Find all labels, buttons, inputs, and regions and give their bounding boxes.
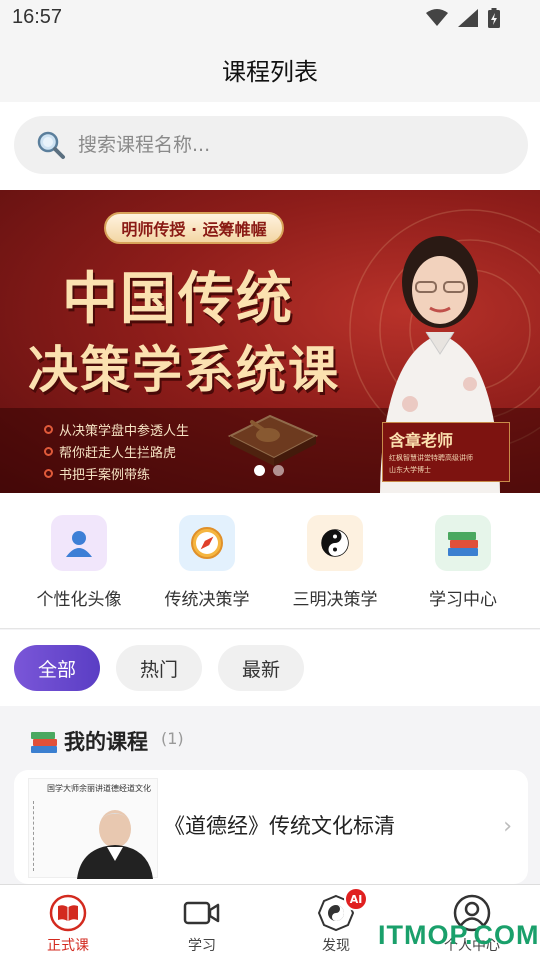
status-icons — [426, 8, 500, 28]
course-card[interactable]: 国学大师余丽讲道德经道文化 《道德经》传统文化标清 › — [14, 770, 528, 884]
quick-nav-label: 个性化头像 — [36, 590, 122, 610]
quick-nav-label: 三明决策学 — [292, 590, 378, 610]
bullet-dot-icon — [44, 468, 53, 478]
teacher-title: 红枫智慧讲堂特聘高级讲师 — [389, 454, 473, 462]
my-courses-header: 我的课程 (1) — [0, 706, 540, 770]
site-watermark: ITMOP.COM — [378, 920, 540, 950]
search-bar[interactable] — [14, 116, 528, 174]
bullet-dot-icon — [44, 446, 53, 456]
tab-latest[interactable]: 最新 — [218, 645, 304, 691]
compass-icon — [179, 515, 235, 571]
video-icon — [182, 893, 222, 933]
tab-bar-formal-course[interactable]: 正式课 — [18, 893, 118, 955]
search-area — [0, 102, 540, 190]
lecturer-portrait — [77, 810, 153, 879]
pagination-dot[interactable] — [273, 465, 284, 476]
thumbnail-caption: 国学大师余丽讲道德经道文化 — [47, 784, 151, 793]
status-time: 16:57 — [12, 6, 63, 28]
banner-title-line2: 决策学系统课 — [28, 340, 340, 399]
teacher-info-card: 含章老师 红枫智慧讲堂特聘高级讲师 山东大学博士 — [382, 422, 510, 482]
wifi-icon — [426, 9, 448, 26]
tab-all[interactable]: 全部 — [14, 645, 100, 691]
tab-bar-label: 正式课 — [47, 938, 89, 954]
page-title: 课程列表 — [222, 57, 318, 86]
course-count: (1) — [161, 729, 184, 748]
book-icon — [48, 893, 88, 933]
banner-pagination — [254, 465, 284, 476]
app-header: 课程列表 — [0, 36, 540, 102]
tab-bar-study[interactable]: 学习 — [152, 893, 252, 955]
banner-title-line1: 中国传统 — [62, 266, 294, 332]
filter-tabs: 全部 热门 最新 — [0, 630, 540, 706]
banner-slogan: 明师传授 · 运筹帷幄 — [104, 212, 284, 244]
quick-nav-sanming[interactable]: 三明决策学 — [270, 515, 400, 610]
quick-nav-learning-center[interactable]: 学习中心 — [398, 515, 528, 610]
books-icon — [435, 515, 491, 571]
banner-bullet: 书把手案例带练 — [44, 462, 189, 484]
tab-hot[interactable]: 热门 — [116, 645, 202, 691]
bullet-dot-icon — [44, 424, 53, 434]
banner-bullet: 帮你赶走人生拦路虎 — [44, 440, 189, 462]
person-icon — [51, 515, 107, 571]
pagination-dot-active[interactable] — [254, 465, 265, 476]
chevron-right-icon: › — [503, 814, 512, 839]
banner-bullet: 从决策学盘中参透人生 — [44, 418, 189, 440]
status-bar: 16:57 — [0, 0, 540, 36]
quick-nav: 个性化头像 传统决策学 三明决策学 学习中心 — [0, 493, 540, 629]
quick-nav-traditional[interactable]: 传统决策学 — [142, 515, 272, 610]
quick-nav-label: 传统决策学 — [164, 590, 250, 610]
yin-yang-icon — [307, 515, 363, 571]
promo-banner[interactable]: 明师传授 · 运筹帷幄 中国传统 决策学系统课 从决策学盘中参透人生 帮你赶走人… — [0, 190, 540, 493]
quick-nav-label: 学习中心 — [429, 590, 497, 610]
tab-bar-label: 发现 — [322, 938, 350, 954]
teacher-name: 含章老师 — [389, 431, 454, 450]
quick-nav-avatar[interactable]: 个性化头像 — [14, 515, 144, 610]
course-thumbnail: 国学大师余丽讲道德经道文化 — [28, 778, 158, 879]
battery-icon — [488, 8, 500, 28]
signal-icon — [458, 9, 478, 27]
search-input[interactable] — [78, 134, 478, 156]
tab-bar-discover[interactable]: AI 发现 — [286, 887, 386, 955]
ai-badge: AI — [344, 887, 368, 911]
tab-bar-label: 学习 — [188, 938, 216, 954]
books-icon — [31, 732, 57, 753]
banner-bullet-list: 从决策学盘中参透人生 帮你赶走人生拦路虎 书把手案例带练 — [44, 418, 189, 484]
teacher-degree: 山东大学博士 — [389, 466, 431, 474]
search-icon — [37, 131, 65, 159]
section-title: 我的课程 — [64, 730, 148, 754]
course-title: 《道德经》传统文化标清 — [164, 814, 395, 838]
